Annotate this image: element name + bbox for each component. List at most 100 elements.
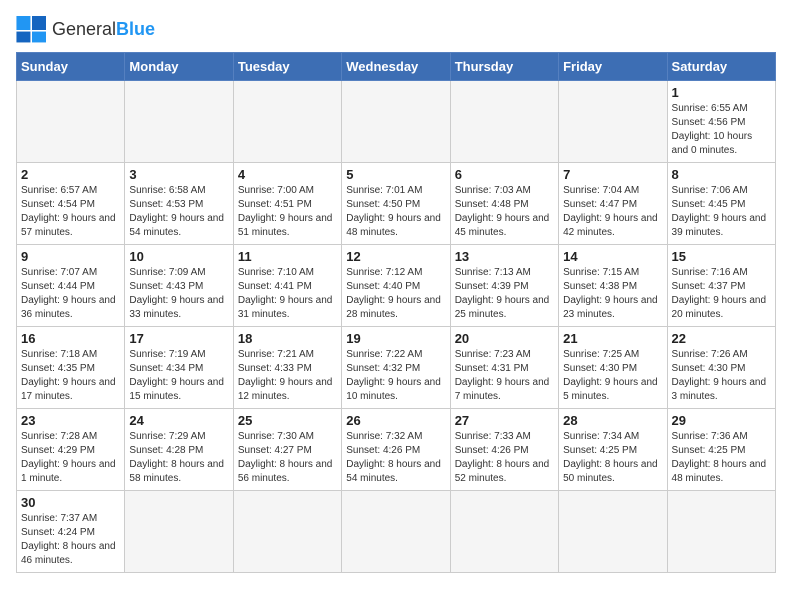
- day-number: 4: [238, 167, 337, 182]
- day-info: Sunrise: 7:15 AM Sunset: 4:38 PM Dayligh…: [563, 266, 662, 322]
- day-number: 21: [563, 331, 662, 346]
- day-number: 3: [129, 167, 228, 182]
- column-header-sunday: Sunday: [17, 53, 125, 81]
- day-number: 19: [346, 331, 445, 346]
- calendar-week-2: 2 Sunrise: 6:57 AM Sunset: 4:54 PM Daylig…: [17, 163, 776, 245]
- day-number: 30: [21, 495, 120, 510]
- day-number: 29: [672, 413, 771, 428]
- day-info: Sunrise: 7:21 AM Sunset: 4:33 PM Dayligh…: [238, 348, 337, 404]
- day-info: Sunrise: 6:57 AM Sunset: 4:54 PM Dayligh…: [21, 184, 120, 240]
- day-number: 11: [238, 249, 337, 264]
- calendar-cell: 17Sunrise: 7:19 AM Sunset: 4:34 PM Dayli…: [125, 327, 233, 409]
- day-info: Sunrise: 7:26 AM Sunset: 4:30 PM Dayligh…: [672, 348, 771, 404]
- day-info: Sunrise: 7:18 AM Sunset: 4:35 PM Dayligh…: [21, 348, 120, 404]
- column-header-saturday: Saturday: [667, 53, 775, 81]
- day-number: 25: [238, 413, 337, 428]
- calendar-cell: 30 Sunrise: 7:37 AM Sunset: 4:24 PM Dayli…: [17, 491, 125, 573]
- day-number: 10: [129, 249, 228, 264]
- calendar-cell: 25 Sunrise: 7:30 AM Sunset: 4:27 PM Dayli…: [233, 409, 341, 491]
- day-info: Sunrise: 7:32 AM Sunset: 4:26 PM Dayligh…: [346, 430, 445, 486]
- column-header-tuesday: Tuesday: [233, 53, 341, 81]
- calendar-cell: [125, 81, 233, 163]
- day-info: Sunrise: 7:37 AM Sunset: 4:24 PM Dayligh…: [21, 512, 120, 568]
- day-number: 26: [346, 413, 445, 428]
- day-info: Sunrise: 7:07 AM Sunset: 4:44 PM Dayligh…: [21, 266, 120, 322]
- day-info: Sunrise: 7:22 AM Sunset: 4:32 PM Dayligh…: [346, 348, 445, 404]
- day-number: 2: [21, 167, 120, 182]
- calendar-week-1: 1 Sunrise: 6:55 AM Sunset: 4:56 PM Daylig…: [17, 81, 776, 163]
- day-info: Sunrise: 7:25 AM Sunset: 4:30 PM Dayligh…: [563, 348, 662, 404]
- logo-text: GeneralBlue: [52, 20, 155, 40]
- calendar-cell: 6 Sunrise: 7:03 AM Sunset: 4:48 PM Daylig…: [450, 163, 558, 245]
- day-info: Sunrise: 7:36 AM Sunset: 4:25 PM Dayligh…: [672, 430, 771, 486]
- calendar-cell: [450, 491, 558, 573]
- day-number: 5: [346, 167, 445, 182]
- day-number: 24: [129, 413, 228, 428]
- calendar-cell: 23Sunrise: 7:28 AM Sunset: 4:29 PM Dayli…: [17, 409, 125, 491]
- column-header-thursday: Thursday: [450, 53, 558, 81]
- day-number: 6: [455, 167, 554, 182]
- day-info: Sunrise: 7:13 AM Sunset: 4:39 PM Dayligh…: [455, 266, 554, 322]
- day-number: 22: [672, 331, 771, 346]
- calendar-cell: 12Sunrise: 7:12 AM Sunset: 4:40 PM Dayli…: [342, 245, 450, 327]
- calendar-cell: 19 Sunrise: 7:22 AM Sunset: 4:32 PM Dayli…: [342, 327, 450, 409]
- day-number: 27: [455, 413, 554, 428]
- calendar-cell: 15Sunrise: 7:16 AM Sunset: 4:37 PM Dayli…: [667, 245, 775, 327]
- calendar-cell: 10 Sunrise: 7:09 AM Sunset: 4:43 PM Dayli…: [125, 245, 233, 327]
- calendar-cell: 13Sunrise: 7:13 AM Sunset: 4:39 PM Dayli…: [450, 245, 558, 327]
- calendar-cell: [342, 491, 450, 573]
- calendar-cell: 1 Sunrise: 6:55 AM Sunset: 4:56 PM Daylig…: [667, 81, 775, 163]
- day-number: 12: [346, 249, 445, 264]
- calendar-cell: 7 Sunrise: 7:04 AM Sunset: 4:47 PM Daylig…: [559, 163, 667, 245]
- calendar-cell: 28 Sunrise: 7:34 AM Sunset: 4:25 PM Dayli…: [559, 409, 667, 491]
- calendar-cell: 2 Sunrise: 6:57 AM Sunset: 4:54 PM Daylig…: [17, 163, 125, 245]
- calendar-cell: [667, 491, 775, 573]
- calendar-cell: 16 Sunrise: 7:18 AM Sunset: 4:35 PM Dayli…: [17, 327, 125, 409]
- calendar-week-6: 30 Sunrise: 7:37 AM Sunset: 4:24 PM Dayli…: [17, 491, 776, 573]
- calendar-cell: 29 Sunrise: 7:36 AM Sunset: 4:25 PM Dayli…: [667, 409, 775, 491]
- day-number: 7: [563, 167, 662, 182]
- day-info: Sunrise: 7:19 AM Sunset: 4:34 PM Dayligh…: [129, 348, 228, 404]
- day-info: Sunrise: 7:34 AM Sunset: 4:25 PM Dayligh…: [563, 430, 662, 486]
- day-info: Sunrise: 7:29 AM Sunset: 4:28 PM Dayligh…: [129, 430, 228, 486]
- calendar-header: SundayMondayTuesdayWednesdayThursdayFrid…: [17, 53, 776, 81]
- day-number: 28: [563, 413, 662, 428]
- calendar-cell: [450, 81, 558, 163]
- day-number: 14: [563, 249, 662, 264]
- calendar-cell: 22 Sunrise: 7:26 AM Sunset: 4:30 PM Dayli…: [667, 327, 775, 409]
- calendar-cell: [233, 81, 341, 163]
- day-info: Sunrise: 7:23 AM Sunset: 4:31 PM Dayligh…: [455, 348, 554, 404]
- day-info: Sunrise: 7:10 AM Sunset: 4:41 PM Dayligh…: [238, 266, 337, 322]
- calendar-cell: 20 Sunrise: 7:23 AM Sunset: 4:31 PM Dayli…: [450, 327, 558, 409]
- day-info: Sunrise: 7:28 AM Sunset: 4:29 PM Dayligh…: [21, 430, 120, 486]
- page-header: GeneralBlue: [16, 16, 776, 44]
- day-number: 1: [672, 85, 771, 100]
- calendar-cell: [559, 491, 667, 573]
- day-info: Sunrise: 7:06 AM Sunset: 4:45 PM Dayligh…: [672, 184, 771, 240]
- day-number: 9: [21, 249, 120, 264]
- day-info: Sunrise: 7:03 AM Sunset: 4:48 PM Dayligh…: [455, 184, 554, 240]
- calendar-cell: 14 Sunrise: 7:15 AM Sunset: 4:38 PM Dayli…: [559, 245, 667, 327]
- day-info: Sunrise: 7:16 AM Sunset: 4:37 PM Dayligh…: [672, 266, 771, 322]
- day-info: Sunrise: 6:55 AM Sunset: 4:56 PM Dayligh…: [672, 102, 771, 158]
- calendar-week-4: 16 Sunrise: 7:18 AM Sunset: 4:35 PM Dayli…: [17, 327, 776, 409]
- calendar-cell: 27 Sunrise: 7:33 AM Sunset: 4:26 PM Dayli…: [450, 409, 558, 491]
- day-info: Sunrise: 7:09 AM Sunset: 4:43 PM Dayligh…: [129, 266, 228, 322]
- column-header-friday: Friday: [559, 53, 667, 81]
- day-info: Sunrise: 7:30 AM Sunset: 4:27 PM Dayligh…: [238, 430, 337, 486]
- column-header-wednesday: Wednesday: [342, 53, 450, 81]
- calendar-cell: [17, 81, 125, 163]
- calendar-table: SundayMondayTuesdayWednesdayThursdayFrid…: [16, 52, 776, 573]
- calendar-body: 1 Sunrise: 6:55 AM Sunset: 4:56 PM Daylig…: [17, 81, 776, 573]
- calendar-cell: [125, 491, 233, 573]
- calendar-cell: 11 Sunrise: 7:10 AM Sunset: 4:41 PM Dayli…: [233, 245, 341, 327]
- calendar-cell: 4Sunrise: 7:00 AM Sunset: 4:51 PM Daylig…: [233, 163, 341, 245]
- day-info: Sunrise: 7:33 AM Sunset: 4:26 PM Dayligh…: [455, 430, 554, 486]
- day-info: Sunrise: 7:04 AM Sunset: 4:47 PM Dayligh…: [563, 184, 662, 240]
- day-number: 16: [21, 331, 120, 346]
- calendar-cell: [233, 491, 341, 573]
- logo-icon: [16, 16, 48, 44]
- calendar-cell: 5Sunrise: 7:01 AM Sunset: 4:50 PM Daylig…: [342, 163, 450, 245]
- calendar-cell: 24 Sunrise: 7:29 AM Sunset: 4:28 PM Dayli…: [125, 409, 233, 491]
- day-number: 20: [455, 331, 554, 346]
